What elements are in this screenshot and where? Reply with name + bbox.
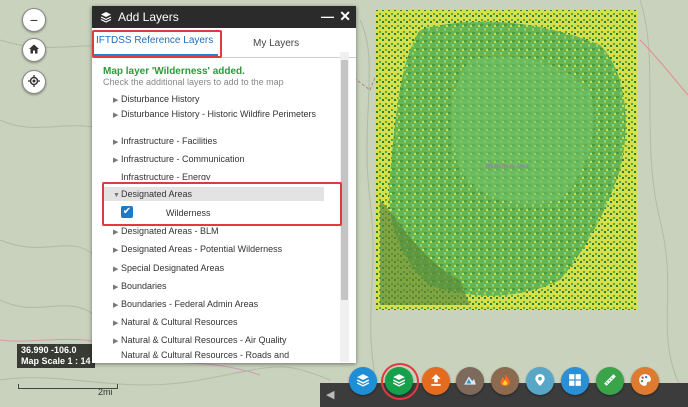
layer-item-boundaries[interactable]: ▶ Boundaries <box>113 281 331 292</box>
layer-item-air-quality[interactable]: ▶ Natural & Cultural Resources - Air Qua… <box>113 335 331 346</box>
zoom-out-button[interactable]: − <box>22 8 46 32</box>
minus-icon: − <box>29 12 39 28</box>
layer-item-infrastructure-facilities[interactable]: ▶ Infrastructure - Facilities <box>113 136 331 147</box>
layer-item-infrastructure-communication[interactable]: ▶ Infrastructure - Communication <box>113 154 331 165</box>
layer-item-roads-and[interactable]: ▶ Natural & Cultural Resources - Roads a… <box>121 350 331 361</box>
locate-icon <box>28 74 40 90</box>
location-pin-icon <box>533 373 547 390</box>
layer-item-special-designated-areas[interactable]: ▶ Special Designated Areas <box>113 263 331 274</box>
chevron-right-icon: ▶ <box>113 229 119 236</box>
scalebar: 2mi <box>18 376 128 398</box>
chevron-right-icon: ▶ <box>113 320 119 327</box>
chevron-right-icon: ▶ <box>113 112 119 119</box>
coords-text: 36.990 -106.0 <box>21 345 77 355</box>
layer-item-designated-areas-blm[interactable]: ▶ Designated Areas - BLM <box>113 226 331 237</box>
layer-item-federal-admin-areas[interactable]: ▶ Boundaries - Federal Admin Areas <box>113 299 331 310</box>
chevron-right-icon: ▶ <box>113 338 119 345</box>
panel-scroll-thumb[interactable] <box>341 60 348 300</box>
layer-item-historic-wildfire-perimeters[interactable]: ▶ Disturbance History - Historic Wildfir… <box>113 109 331 120</box>
chevron-right-icon: ▶ <box>113 284 119 291</box>
layer-item-infrastructure-energy[interactable]: ▶ Infrastructure - Energy <box>121 172 331 180</box>
layers-button[interactable] <box>349 367 377 395</box>
highlight-reference-tab <box>92 30 222 58</box>
landscape-button[interactable] <box>456 367 484 395</box>
highlight-designated-areas <box>102 182 342 226</box>
scalebar-label: 2mi <box>98 387 113 397</box>
panel-title: Add Layers <box>118 10 179 24</box>
chevron-left-icon[interactable]: ◀ <box>326 388 334 401</box>
layer-item-natural-cultural-resources[interactable]: ▶ Natural & Cultural Resources <box>113 317 331 328</box>
layers-icon <box>100 11 112 23</box>
chevron-right-icon: ▶ <box>113 97 119 104</box>
landscape-icon <box>463 373 477 390</box>
ruler-button[interactable] <box>596 367 624 395</box>
chevron-right-icon: ▶ <box>113 302 119 309</box>
layer-item-potential-wilderness[interactable]: ▶ Designated Areas - Potential Wildernes… <box>113 244 331 255</box>
home-icon <box>28 42 40 58</box>
hint-text: Check the additional layers to add to th… <box>103 77 284 87</box>
panel-header: Add Layers — ✕ <box>92 6 356 28</box>
chevron-right-icon: ▶ <box>113 139 119 146</box>
layer-item-disturbance-history[interactable]: ▶ Disturbance History <box>113 94 331 105</box>
map-scale-text: Map Scale 1 : 14 <box>21 356 91 366</box>
chevron-right-icon: ▶ <box>113 247 119 254</box>
fire-button[interactable] <box>491 367 519 395</box>
overlay-label: Wilderness Area <box>485 164 529 170</box>
layers-icon <box>356 373 370 390</box>
upload-button[interactable] <box>422 367 450 395</box>
ruler-icon <box>603 373 617 390</box>
chevron-right-icon: ▶ <box>113 157 119 164</box>
grid-button[interactable] <box>561 367 589 395</box>
fire-icon <box>498 373 512 390</box>
chevron-right-icon: ▶ <box>113 266 119 273</box>
palette-icon <box>638 373 652 390</box>
tab-my-layers[interactable]: My Layers <box>253 38 299 49</box>
upload-icon <box>429 373 443 390</box>
added-message: Map layer 'Wilderness' added. <box>103 66 245 77</box>
coordinates-readout: 36.990 -106.0 Map Scale 1 : 14 <box>17 344 95 368</box>
minimize-button[interactable]: — <box>321 9 334 24</box>
grid-icon <box>568 373 582 390</box>
location-pin-button[interactable] <box>526 367 554 395</box>
highlight-add-layers-button <box>381 363 419 400</box>
palette-button[interactable] <box>631 367 659 395</box>
close-button[interactable]: ✕ <box>339 8 351 25</box>
locate-button[interactable] <box>22 70 46 94</box>
home-button[interactable] <box>22 38 46 62</box>
